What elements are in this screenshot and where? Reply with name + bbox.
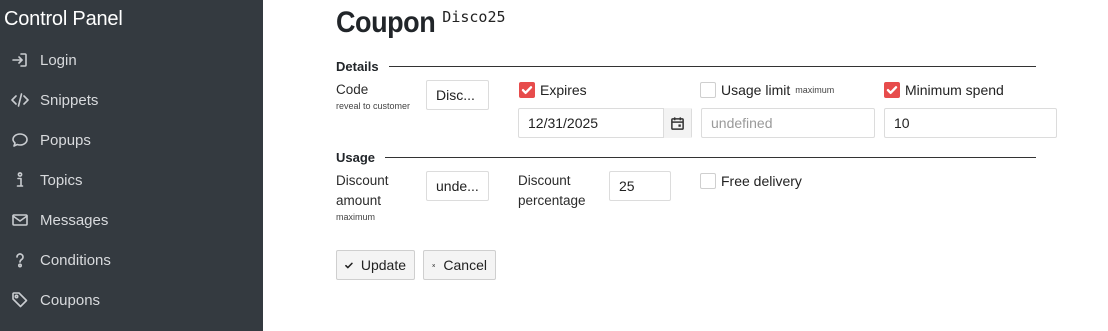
details-heading: Details bbox=[336, 59, 379, 74]
minimum-spend-toggle[interactable]: Minimum spend bbox=[884, 82, 1004, 98]
update-button[interactable]: Update bbox=[336, 250, 415, 280]
check-icon bbox=[345, 262, 353, 268]
sidebar-item-label: Snippets bbox=[40, 91, 99, 109]
sidebar-item-login[interactable]: Login bbox=[0, 40, 263, 80]
discount-amount-sublabel: maximum bbox=[336, 212, 376, 222]
usage-limit-toggle[interactable]: Usage limit maximum bbox=[700, 82, 834, 98]
minimum-spend-value: 10 bbox=[894, 115, 910, 131]
sidebar-item-coupons[interactable]: Coupons bbox=[0, 280, 263, 320]
sidebar-item-popups[interactable]: Popups bbox=[0, 120, 263, 160]
sidebar-item-label: Topics bbox=[40, 171, 83, 189]
usage-limit-placeholder: undefined bbox=[711, 115, 773, 131]
sidebar-item-label: Login bbox=[40, 51, 77, 69]
sidebar-item-snippets[interactable]: Snippets bbox=[0, 80, 263, 120]
sidebar-item-label: Messages bbox=[40, 211, 109, 229]
discount-percentage-label-line1: Discount bbox=[518, 173, 571, 188]
cancel-button[interactable]: Cancel bbox=[423, 250, 496, 280]
free-delivery-checkbox[interactable] bbox=[700, 173, 716, 189]
minimum-spend-checkbox[interactable] bbox=[884, 82, 900, 98]
discount-percentage-input[interactable]: 25 bbox=[609, 171, 671, 201]
divider bbox=[385, 157, 1036, 158]
code-label: Code reveal to customer bbox=[336, 80, 410, 112]
discount-amount-input[interactable]: unde... bbox=[426, 171, 489, 201]
discount-percentage-value: 25 bbox=[619, 178, 635, 194]
tag-icon bbox=[11, 291, 29, 309]
usage-heading: Usage bbox=[336, 150, 376, 165]
divider bbox=[388, 66, 1036, 67]
update-button-label: Update bbox=[360, 257, 406, 273]
details-section-header: Details bbox=[336, 59, 1036, 74]
expires-checkbox[interactable] bbox=[519, 82, 535, 98]
discount-percentage-label-line2: percentage bbox=[518, 193, 586, 208]
code-label-text: Code bbox=[336, 82, 369, 97]
free-delivery-toggle[interactable]: Free delivery bbox=[700, 173, 802, 189]
page-title: Coupon bbox=[336, 6, 436, 39]
sidebar-item-messages[interactable]: Messages bbox=[0, 200, 263, 240]
calendar-button[interactable] bbox=[663, 108, 691, 138]
discount-amount-label: Discount amount maximum bbox=[336, 171, 389, 223]
sidebar: Control Panel Login Snippets Popups Topi… bbox=[0, 0, 263, 331]
usage-limit-label: Usage limit bbox=[721, 82, 791, 98]
discount-amount-label-line1: Discount bbox=[336, 173, 389, 188]
usage-limit-input[interactable]: undefined bbox=[701, 108, 875, 138]
code-icon bbox=[11, 91, 29, 109]
discount-amount-label-line2: amount bbox=[336, 193, 382, 208]
code-input[interactable]: Disc... bbox=[426, 80, 489, 110]
usage-limit-sublabel: maximum bbox=[795, 85, 835, 95]
cancel-button-label: Cancel bbox=[443, 257, 487, 273]
sidebar-item-conditions[interactable]: Conditions bbox=[0, 240, 263, 280]
page-header: Coupon Disco25 bbox=[336, 6, 506, 40]
coupon-code-title: Disco25 bbox=[442, 8, 506, 26]
sidebar-item-label: Popups bbox=[40, 131, 91, 149]
sidebar-item-label: Coupons bbox=[40, 291, 101, 309]
calendar-icon bbox=[671, 116, 684, 130]
info-icon bbox=[11, 171, 29, 189]
minimum-spend-input[interactable]: 10 bbox=[884, 108, 1057, 138]
discount-amount-value: unde... bbox=[436, 178, 479, 194]
sidebar-item-topics[interactable]: Topics bbox=[0, 160, 263, 200]
question-icon bbox=[11, 251, 29, 269]
close-icon bbox=[432, 263, 435, 267]
free-delivery-label: Free delivery bbox=[721, 173, 802, 189]
sidebar-nav: Login Snippets Popups Topics Messages Co… bbox=[0, 40, 263, 320]
expires-toggle[interactable]: Expires bbox=[519, 82, 587, 98]
usage-section-header: Usage bbox=[336, 150, 1036, 165]
comment-icon bbox=[11, 131, 29, 149]
envelope-icon bbox=[11, 211, 29, 229]
minimum-spend-label: Minimum spend bbox=[905, 82, 1004, 98]
expires-label: Expires bbox=[540, 82, 587, 98]
sign-in-icon bbox=[11, 51, 29, 69]
main-content: Coupon Disco25 Details Code reveal to cu… bbox=[263, 0, 1108, 331]
code-sublabel: reveal to customer bbox=[336, 101, 411, 111]
usage-limit-checkbox[interactable] bbox=[700, 82, 716, 98]
expires-date-value: 12/31/2025 bbox=[528, 115, 599, 131]
brand-title: Control Panel bbox=[4, 8, 123, 30]
sidebar-item-label: Conditions bbox=[40, 251, 111, 269]
discount-percentage-label: Discount percentage bbox=[518, 171, 586, 211]
code-input-value: Disc... bbox=[436, 87, 475, 103]
